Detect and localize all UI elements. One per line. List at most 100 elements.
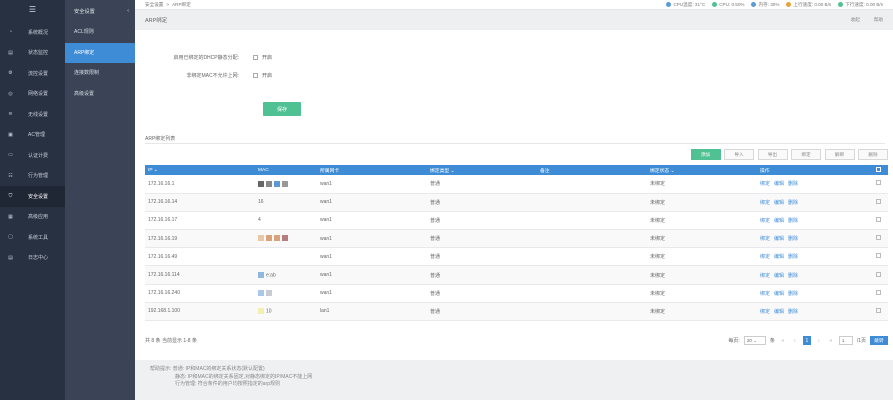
last-page-icon[interactable]: »	[827, 336, 835, 345]
bind-button[interactable]: 绑定	[791, 149, 821, 160]
col-note[interactable]: 备注	[537, 165, 647, 175]
delete-link[interactable]: 删除	[788, 291, 798, 297]
row-select[interactable]	[873, 229, 888, 249]
row-select[interactable]	[873, 175, 888, 194]
row-checkbox[interactable]	[876, 253, 881, 259]
delete-link[interactable]: 删除	[788, 254, 798, 260]
table-row[interactable]: 172.16.16.17 4 wan1 普通 未绑定 绑定 编辑 删除	[145, 211, 888, 231]
mac-option[interactable]: 开启	[262, 72, 272, 79]
per-page-select[interactable]: 20 ⌄	[743, 336, 766, 345]
table-row[interactable]: 192.168.1.100 10 lan1 普通 未绑定 绑定 编辑 删除	[145, 302, 888, 322]
import-button[interactable]: 导入	[724, 149, 754, 160]
nav-item-11[interactable]: ▤ 日志中心	[0, 248, 65, 269]
row-checkbox[interactable]	[876, 271, 881, 277]
delete-link[interactable]: 删除	[788, 200, 798, 206]
row-checkbox[interactable]	[876, 198, 881, 204]
breadcrumb-section[interactable]: 安全设置	[145, 2, 163, 8]
edit-link[interactable]: 编辑	[774, 218, 784, 224]
nav-item-7[interactable]: ☷ 行为管理	[0, 166, 65, 187]
nav-item-2[interactable]: ⚙ 流控设置	[0, 63, 65, 84]
mac-checkbox[interactable]	[253, 73, 258, 78]
row-checkbox[interactable]	[876, 289, 881, 295]
row-select[interactable]	[873, 284, 888, 303]
nav-item-8[interactable]: ⛉ 安全设置	[0, 186, 65, 207]
current-page[interactable]: 1	[802, 336, 811, 345]
edit-link[interactable]: 编辑	[774, 291, 784, 297]
bind-link[interactable]: 绑定	[760, 218, 770, 224]
dhcp-checkbox[interactable]	[253, 55, 258, 60]
row-checkbox[interactable]	[876, 307, 881, 313]
col-iface[interactable]: 所属网卡	[317, 165, 427, 175]
nav-item-0[interactable]: ◔ 系统概况	[0, 22, 65, 43]
edit-link[interactable]: 编辑	[774, 236, 784, 242]
nav-item-5[interactable]: ▣ AC管理	[0, 125, 65, 146]
mac-redaction	[258, 308, 264, 315]
col-select[interactable]	[873, 165, 888, 175]
nav-item-10[interactable]: ▢ 系统工具	[0, 227, 65, 248]
table-row[interactable]: 172.16.16.49 wan1 普通 未绑定 绑定 编辑 删除	[145, 247, 888, 267]
prev-page-icon[interactable]: ‹	[791, 336, 799, 345]
delete-link[interactable]: 删除	[788, 273, 798, 279]
bind-link[interactable]: 绑定	[760, 181, 770, 187]
delete-button[interactable]: 删除	[858, 149, 888, 160]
table-row[interactable]: 172.16.16.240 wan1 普通 未绑定 绑定 编辑 删除	[145, 284, 888, 303]
goto-button[interactable]: 跳转	[870, 336, 888, 345]
bind-link[interactable]: 绑定	[760, 273, 770, 279]
row-select[interactable]	[873, 247, 888, 267]
edit-link[interactable]: 编辑	[774, 273, 784, 279]
bind-link[interactable]: 绑定	[760, 254, 770, 260]
subnav-item-connlimit[interactable]: 连接数限制	[65, 63, 135, 84]
collapse-link[interactable]: 收起	[851, 17, 860, 23]
row-checkbox[interactable]	[876, 216, 881, 222]
cell-type: 普通	[427, 193, 537, 212]
row-select[interactable]	[873, 193, 888, 212]
row-select[interactable]	[873, 211, 888, 231]
subnav-item-advanced[interactable]: 高级设置	[65, 84, 135, 105]
cell-ops: 绑定 编辑 删除	[757, 175, 873, 194]
col-status[interactable]: 绑定状态 ⌄	[647, 165, 757, 175]
help-link[interactable]: 帮助	[874, 17, 883, 23]
edit-link[interactable]: 编辑	[774, 181, 784, 187]
unbind-button[interactable]: 解绑	[824, 149, 855, 160]
table-row[interactable]: 172.16.16.114 e:ab wan1 普通 未绑定 绑定 编辑 删除	[145, 265, 888, 285]
save-button[interactable]: 保存	[263, 102, 301, 116]
bind-link[interactable]: 绑定	[760, 309, 770, 315]
delete-link[interactable]: 删除	[788, 309, 798, 315]
main-content: 启用已绑定的DHCP静态分配: 开启 非绑定MAC不允许上网: 开启 保存 AR…	[135, 30, 893, 400]
row-select[interactable]	[873, 302, 888, 322]
col-type[interactable]: 绑定类型 ⌄	[427, 165, 537, 175]
collapse-chevron-icon[interactable]: ‹	[127, 8, 129, 14]
row-checkbox[interactable]	[876, 235, 881, 241]
dhcp-option[interactable]: 开启	[262, 54, 272, 61]
table-row[interactable]: 172.16.16.19 wan1 普通 未绑定 绑定 编辑 删除	[145, 229, 888, 249]
delete-link[interactable]: 删除	[788, 236, 798, 242]
bind-link[interactable]: 绑定	[760, 236, 770, 242]
edit-link[interactable]: 编辑	[774, 200, 784, 206]
table-row[interactable]: 172.16.16.1 wan1 普通 未绑定 绑定 编辑 删除	[145, 175, 888, 194]
edit-link[interactable]: 编辑	[774, 309, 784, 315]
edit-link[interactable]: 编辑	[774, 254, 784, 260]
subnav-item-arp[interactable]: ARP绑定	[65, 42, 135, 63]
delete-link[interactable]: 删除	[788, 181, 798, 187]
nav-item-3[interactable]: ◎ 网络设置	[0, 84, 65, 105]
row-checkbox[interactable]	[876, 180, 881, 186]
next-page-icon[interactable]: ›	[815, 336, 823, 345]
bind-link[interactable]: 绑定	[760, 200, 770, 206]
goto-page-input[interactable]: 1	[838, 336, 853, 345]
add-button[interactable]: 添加	[690, 149, 721, 160]
table-row[interactable]: 172.16.16.14 16 wan1 普通 未绑定 绑定 编辑 删除	[145, 193, 888, 212]
nav-item-4[interactable]: ≋ 无线设置	[0, 104, 65, 125]
cell-mac	[255, 229, 317, 249]
nav-item-9[interactable]: ▦ 高级应用	[0, 207, 65, 228]
subnav-item-acl[interactable]: ACL规则	[65, 22, 135, 43]
col-ip[interactable]: IP ⌄	[145, 165, 255, 175]
nav-item-6[interactable]: ▭ 认证计费	[0, 145, 65, 166]
bind-link[interactable]: 绑定	[760, 291, 770, 297]
nav-item-1[interactable]: ▤ 状态监控	[0, 43, 65, 64]
first-page-icon[interactable]: «	[779, 336, 787, 345]
export-button[interactable]: 导出	[757, 149, 788, 160]
col-mac[interactable]: MAC	[255, 165, 317, 175]
row-select[interactable]	[873, 265, 888, 285]
menu-toggle-icon[interactable]: ☰	[0, 0, 65, 22]
delete-link[interactable]: 删除	[788, 218, 798, 224]
